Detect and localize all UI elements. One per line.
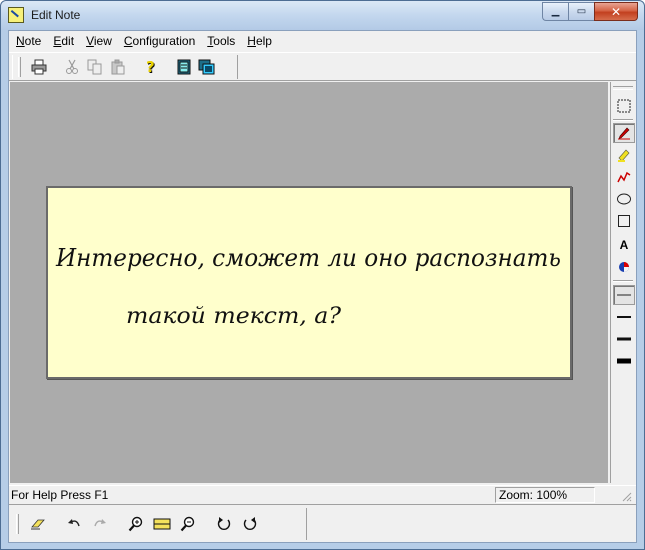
menu-note[interactable]: Note — [12, 34, 45, 48]
text-a-icon: A — [619, 238, 629, 252]
client-area: Note Edit View Configuration Tools Help — [8, 30, 637, 543]
scissors-icon — [65, 59, 78, 74]
multi-note-icon — [198, 59, 214, 75]
fit-page-button[interactable] — [149, 512, 175, 536]
toolbar-grip[interactable] — [18, 57, 21, 77]
close-icon: ✕ — [610, 4, 622, 19]
paste-button[interactable] — [106, 56, 129, 78]
line-thin-icon — [617, 294, 631, 296]
maximize-button[interactable]: ▭ — [568, 2, 594, 21]
svg-text:?: ? — [146, 59, 155, 75]
zoom-out-icon — [180, 516, 195, 532]
zoom-out-button[interactable] — [175, 512, 201, 536]
rotate-counterclockwise-icon — [243, 517, 257, 530]
copy-button[interactable] — [83, 56, 106, 78]
menu-bar: Note Edit View Configuration Tools Help — [9, 31, 636, 51]
text-tool-button[interactable]: A — [613, 235, 635, 255]
drawing-canvas[interactable]: Интересно, сможет ли оно распознать тако… — [10, 82, 608, 483]
ink-strokes: Интересно, сможет ли оно распознать тако… — [55, 244, 561, 329]
copy-icon — [87, 59, 101, 75]
eraser-button[interactable] — [25, 512, 51, 536]
edit-toolbar-group — [11, 508, 307, 540]
note-view-button[interactable] — [172, 56, 195, 78]
line-thick-icon — [617, 337, 631, 341]
cut-button[interactable] — [60, 56, 83, 78]
edit-toolbar-grip[interactable] — [16, 514, 19, 534]
zoom-indicator: Zoom: 100% — [495, 487, 595, 503]
freehand-line-icon — [617, 171, 631, 183]
window-title: Edit Note — [31, 8, 81, 22]
size-grip-icon[interactable] — [620, 490, 632, 502]
color-palette-icon — [619, 262, 629, 272]
ellipse-tool-button[interactable] — [613, 189, 635, 209]
drawing-tools-toolbar: A — [610, 82, 636, 483]
print-button[interactable] — [27, 56, 50, 78]
color-tool-button[interactable] — [613, 257, 635, 277]
undo-button[interactable] — [61, 512, 87, 536]
line-width-3-button[interactable] — [613, 329, 635, 349]
eraser-icon — [31, 519, 45, 530]
menu-tools[interactable]: Tools — [203, 34, 239, 48]
rectangle-tool-button[interactable] — [613, 211, 635, 231]
line-width-2-button[interactable] — [613, 307, 635, 327]
freehand-tool-button[interactable] — [613, 167, 635, 187]
app-note-icon[interactable] — [8, 7, 24, 23]
zoom-in-button[interactable] — [123, 512, 149, 536]
paste-icon — [111, 59, 124, 75]
fit-page-icon — [153, 518, 171, 530]
menu-help[interactable]: Help — [243, 34, 276, 48]
minimize-button[interactable]: ▁ — [542, 2, 568, 21]
zoom-in-icon — [128, 516, 143, 532]
highlighter-tool-button[interactable] — [613, 145, 635, 165]
pen-tool-button[interactable] — [613, 123, 635, 143]
rotate-clockwise-icon — [217, 517, 231, 530]
redo-icon — [94, 519, 106, 527]
select-tool-button[interactable] — [613, 96, 635, 116]
status-help-text: For Help Press F1 — [11, 488, 109, 502]
line-medium-icon — [617, 316, 631, 318]
main-toolbar: ? ? — [9, 52, 636, 81]
menu-edit[interactable]: Edit — [49, 34, 78, 48]
ink-line-1: Интересно, сможет ли оно распознать — [55, 244, 561, 272]
rectangle-icon — [618, 215, 630, 227]
multi-note-button[interactable] — [195, 56, 218, 78]
edit-toolbar — [9, 504, 636, 542]
tools-grip[interactable] — [613, 86, 633, 90]
rotate-clockwise-button[interactable] — [211, 512, 237, 536]
line-thickest-icon — [617, 358, 631, 364]
handwritten-note[interactable]: Интересно, сможет ли оно распознать тако… — [46, 186, 572, 379]
rotate-counterclockwise-button[interactable] — [237, 512, 263, 536]
pen-icon — [618, 127, 630, 140]
ellipse-icon — [617, 193, 631, 205]
redo-button[interactable] — [87, 512, 113, 536]
minimize-icon: ▁ — [551, 6, 560, 17]
app-window: Edit Note ▁ ▭ ✕ Note Edit View Configura… — [0, 0, 645, 550]
ink-line-2: такой текст, а? — [126, 304, 341, 329]
line-width-1-button[interactable] — [613, 285, 635, 305]
caption-buttons: ▁ ▭ ✕ — [542, 2, 638, 22]
undo-icon — [68, 519, 80, 527]
line-width-4-button[interactable] — [613, 351, 635, 371]
menu-configuration[interactable]: Configuration — [120, 34, 199, 48]
highlighter-icon — [618, 149, 630, 162]
maximize-icon: ▭ — [576, 6, 587, 17]
note-view-icon — [177, 59, 190, 75]
toolbar-group: ? ? — [12, 55, 238, 79]
help-question-icon: ? ? — [146, 59, 156, 75]
status-bar: For Help Press F1 Zoom: 100% — [9, 485, 636, 503]
printer-icon — [31, 59, 46, 75]
help-button[interactable]: ? ? — [139, 56, 162, 78]
close-button[interactable]: ✕ — [594, 2, 638, 21]
selection-rectangle-icon — [617, 99, 631, 113]
menu-view[interactable]: View — [82, 34, 116, 48]
title-bar[interactable]: Edit Note ▁ ▭ ✕ — [1, 1, 644, 30]
